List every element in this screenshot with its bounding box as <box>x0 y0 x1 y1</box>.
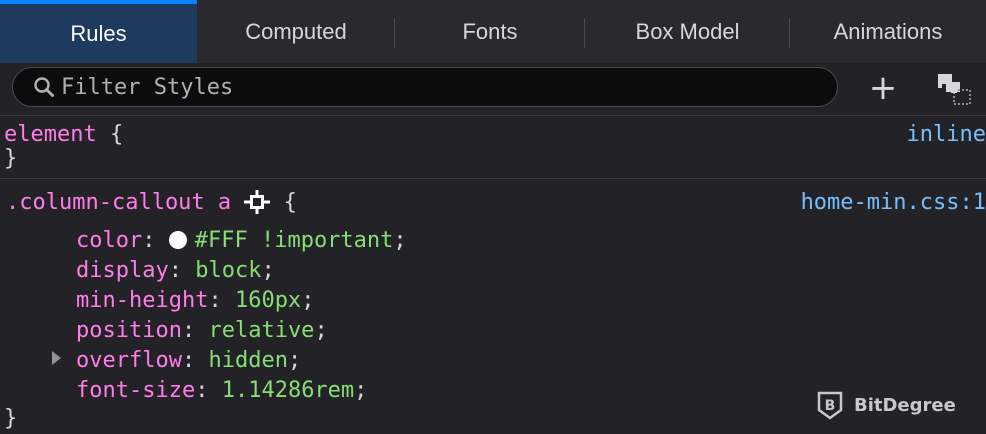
tab-rules[interactable]: Rules <box>0 0 197 63</box>
property-name[interactable]: display <box>76 258 169 283</box>
watermark-text: BitDegree <box>854 394 956 416</box>
tab-computed[interactable]: Computed <box>197 0 395 63</box>
filter-toolbar <box>0 63 986 116</box>
filter-styles-input[interactable] <box>59 73 823 101</box>
callout-rule-selector-line: .column-callout a { <box>6 188 297 218</box>
rule-source-link[interactable]: inline <box>907 120 986 150</box>
rule-close-brace: } <box>4 406 18 431</box>
bitdegree-logo-icon: B <box>817 391 843 420</box>
filter-styles-box[interactable] <box>12 67 838 107</box>
property-name[interactable]: min-height <box>76 288 208 313</box>
tab-animations[interactable]: Animations <box>790 0 986 63</box>
svg-text:B: B <box>825 398 836 414</box>
rule-selector[interactable]: element <box>4 122 97 147</box>
property-value[interactable]: 160px <box>235 288 301 313</box>
color-swatch-icon[interactable] <box>168 231 187 249</box>
tab-rules-label: Rules <box>70 20 127 46</box>
tab-fonts[interactable]: Fonts <box>395 0 585 63</box>
rule-divider <box>0 178 986 179</box>
declaration-position[interactable]: position: relative; <box>76 316 328 346</box>
tab-box-model-label: Box Model <box>635 18 740 44</box>
tab-animations-label: Animations <box>833 18 943 44</box>
declaration-color[interactable]: color: #FFF !important; <box>76 226 407 256</box>
property-value[interactable]: hidden <box>208 348 287 373</box>
property-name[interactable]: overflow <box>76 348 182 373</box>
expand-triangle-icon[interactable] <box>52 351 61 365</box>
tab-computed-label: Computed <box>245 18 347 44</box>
property-value[interactable]: #FFF !important <box>195 228 394 253</box>
property-value[interactable]: block <box>195 258 261 283</box>
rule-selector[interactable]: .column-callout a <box>6 190 231 215</box>
property-name[interactable]: color <box>76 228 142 253</box>
element-rule-selector-line: element { <box>4 120 123 150</box>
declaration-overflow[interactable]: overflow: hidden; <box>76 346 301 376</box>
rule-source-link[interactable]: home-min.css:1 <box>801 188 986 218</box>
sidebar-tabbar: Rules Computed Fonts Box Model Animation… <box>0 0 986 63</box>
declaration-font-size[interactable]: font-size: 1.14286rem; <box>76 376 367 406</box>
plus-icon[interactable]: + <box>868 71 898 105</box>
rule-open-brace: { <box>109 122 124 147</box>
highlight-selector-icon[interactable] <box>244 190 271 214</box>
property-value[interactable]: 1.14286rem <box>222 378 354 403</box>
bitdegree-watermark: B BitDegree <box>816 390 956 420</box>
tab-fonts-label: Fonts <box>462 18 518 44</box>
property-name[interactable]: font-size <box>76 378 195 403</box>
property-value[interactable]: relative <box>208 318 314 343</box>
tab-box-model[interactable]: Box Model <box>585 0 790 63</box>
class-panel-icon[interactable] <box>934 72 974 108</box>
search-icon <box>34 77 54 97</box>
declaration-min-height[interactable]: min-height: 160px; <box>76 286 314 316</box>
declaration-display[interactable]: display: block; <box>76 256 275 286</box>
rule-close-brace: } <box>4 146 18 171</box>
property-name[interactable]: position <box>76 318 182 343</box>
rule-open-brace: { <box>283 190 297 215</box>
